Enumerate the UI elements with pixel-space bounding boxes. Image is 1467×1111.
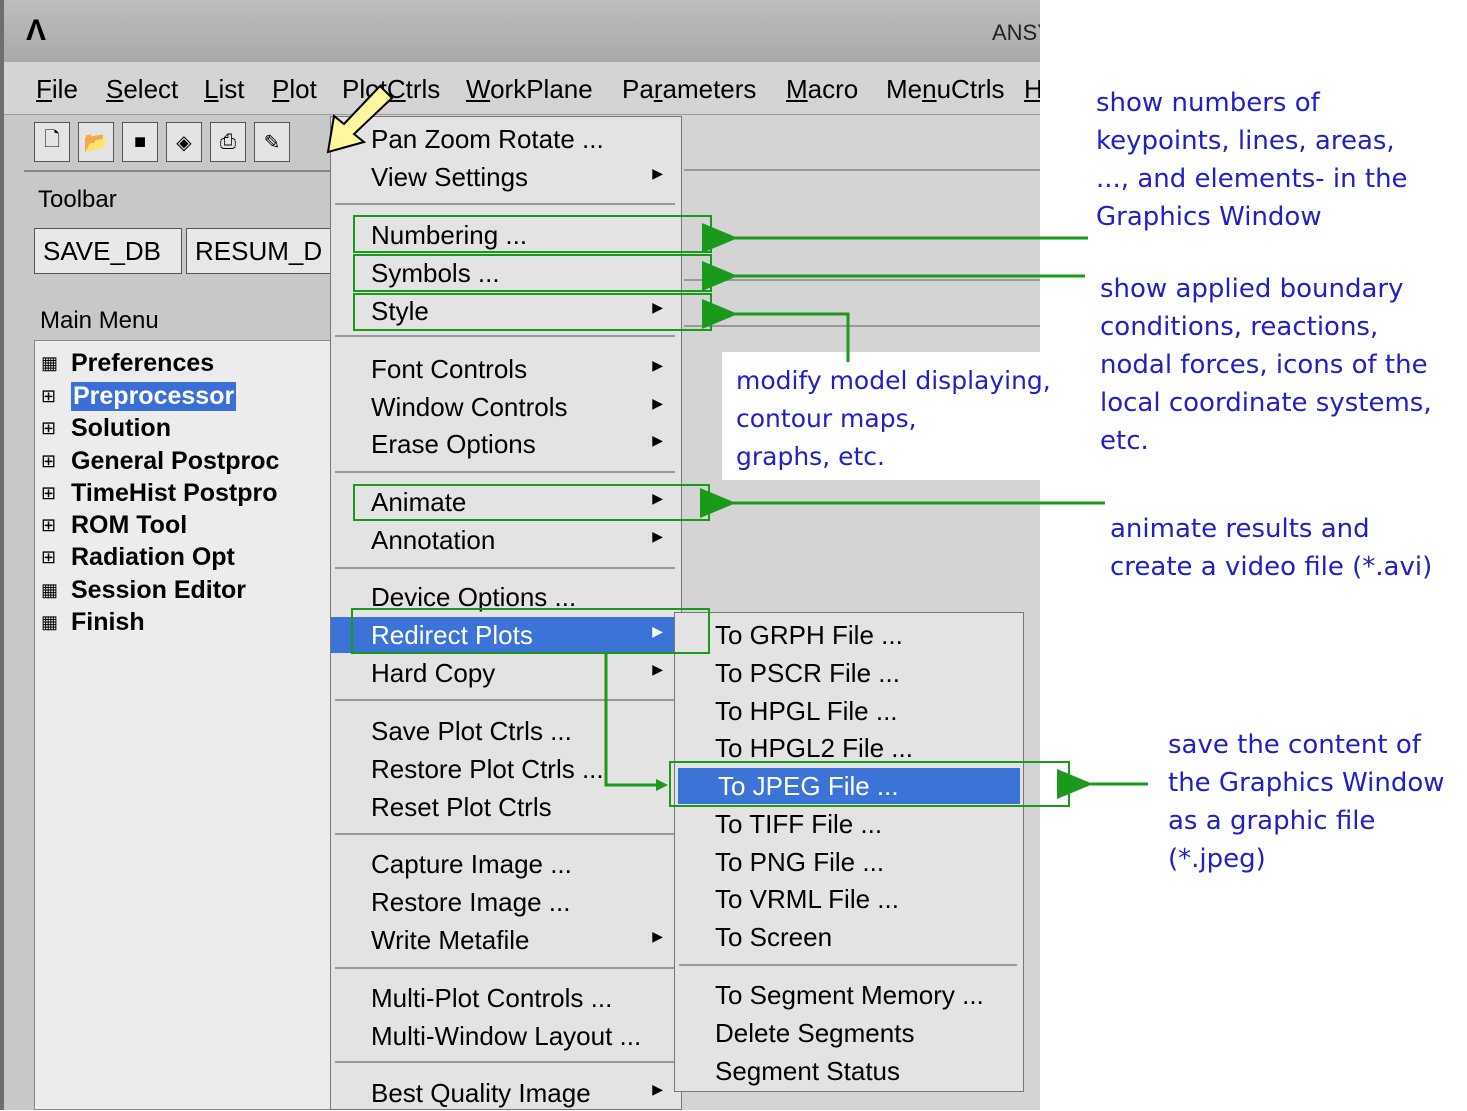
note-jpeg: save the content of the Graphics Window …: [1168, 726, 1445, 878]
note-line: nodal forces, icons of the: [1100, 350, 1428, 380]
note-animate: animate results and create a video file …: [1110, 510, 1432, 586]
note-line: the Graphics Window: [1168, 768, 1445, 798]
note-symbols: show applied boundary conditions, reacti…: [1100, 270, 1432, 460]
note-line: (*.jpeg): [1168, 844, 1266, 874]
note-line: local coordinate systems,: [1100, 388, 1432, 418]
note-line: show applied boundary: [1100, 274, 1404, 304]
note-line: contour maps,: [736, 404, 917, 433]
note-line: create a video file (*.avi): [1110, 552, 1433, 582]
note-line: etc.: [1100, 426, 1149, 456]
note-line: modify model displaying,: [736, 366, 1051, 395]
note-line: graphs, etc.: [736, 442, 885, 471]
note-line: show numbers of: [1096, 88, 1320, 118]
note-line: ..., and elements- in the: [1096, 164, 1408, 194]
note-line: animate results and: [1110, 514, 1370, 544]
note-style: modify model displaying, contour maps, g…: [736, 362, 1051, 476]
note-line: Graphics Window: [1096, 202, 1322, 232]
note-line: save the content of: [1168, 730, 1421, 760]
note-numbering: show numbers of keypoints, lines, areas,…: [1096, 84, 1408, 236]
note-line: conditions, reactions,: [1100, 312, 1379, 342]
note-line: as a graphic file: [1168, 806, 1376, 836]
note-line: keypoints, lines, areas,: [1096, 126, 1395, 156]
